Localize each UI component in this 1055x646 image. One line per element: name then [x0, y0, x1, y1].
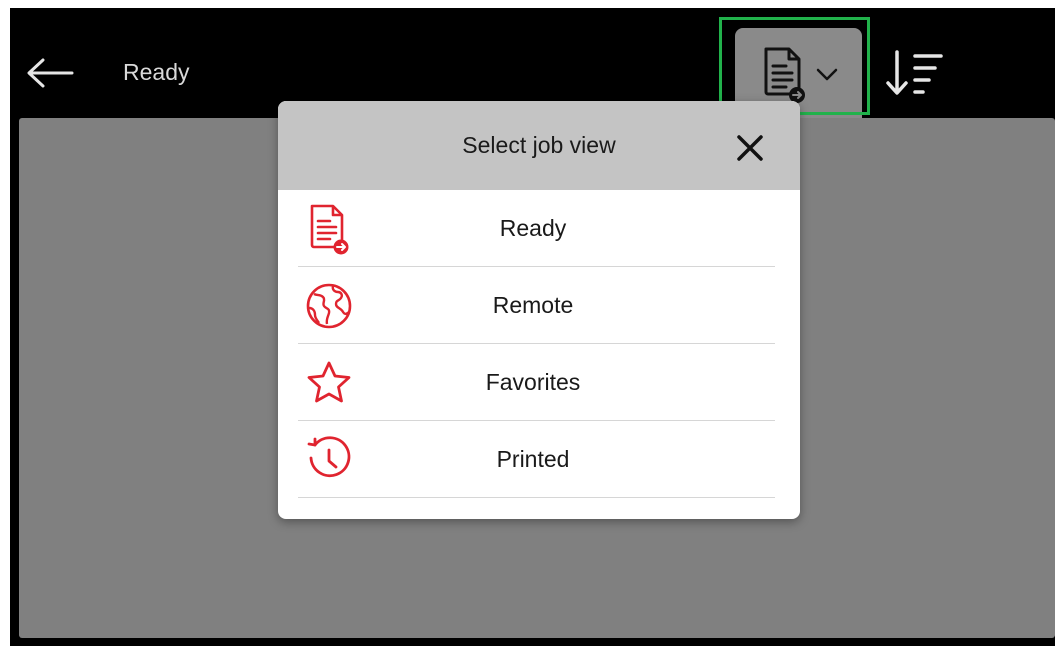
- select-job-view-dialog: Select job view Ready Remote Favorites P…: [278, 101, 800, 519]
- job-view-list: Ready Remote Favorites Printed: [278, 190, 800, 498]
- dialog-header: Select job view: [278, 101, 800, 190]
- close-button[interactable]: [730, 128, 770, 168]
- sort-icon: [886, 50, 943, 95]
- job-view-option-label: Printed: [496, 446, 570, 472]
- ready-document-icon: [764, 47, 805, 103]
- page-title: Ready: [123, 59, 190, 85]
- close-icon: [737, 135, 763, 161]
- job-view-option-printed[interactable]: Printed: [278, 421, 800, 498]
- dialog-title: Select job view: [462, 132, 616, 158]
- sort-button[interactable]: [878, 42, 954, 104]
- back-arrow-icon: [27, 58, 74, 88]
- back-button[interactable]: [22, 48, 78, 98]
- job-view-option-label: Ready: [499, 215, 567, 241]
- job-view-option-label: Favorites: [485, 369, 581, 395]
- job-view-option-remote[interactable]: Remote: [278, 267, 800, 344]
- chevron-down-icon: [816, 68, 837, 81]
- job-view-option-label: Remote: [492, 292, 574, 318]
- job-view-option-favorites[interactable]: Favorites: [278, 344, 800, 421]
- job-view-option-ready[interactable]: Ready: [278, 190, 800, 267]
